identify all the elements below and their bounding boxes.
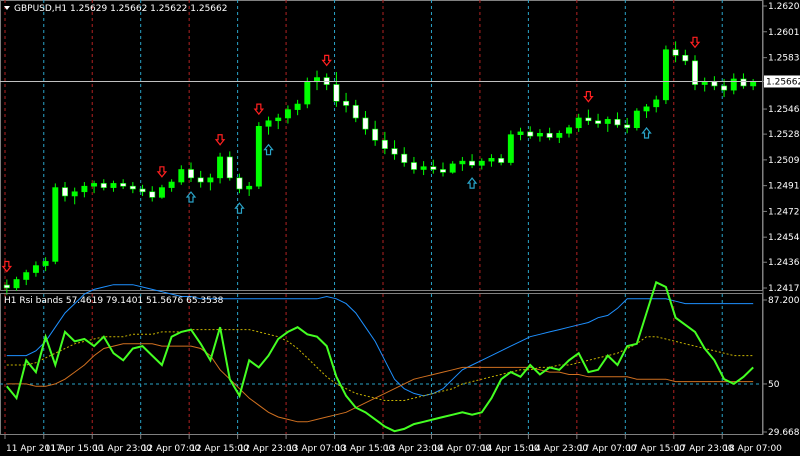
price-tick-label: 1.24914	[768, 182, 800, 192]
candle-body	[595, 120, 602, 124]
price-tick-label: 1.24364	[768, 258, 800, 268]
candle-body	[507, 134, 514, 163]
candle-body	[604, 119, 611, 124]
candle-body	[265, 120, 272, 127]
candle-body	[343, 100, 350, 106]
indicator-tick-label: 87.2005	[768, 296, 800, 306]
candle-body	[129, 185, 136, 190]
chart-header: GBPUSD,H1 1.25629 1.25662 1.25622 1.2566…	[4, 4, 227, 14]
candle-body	[730, 78, 737, 91]
candle-body	[246, 185, 253, 190]
candle-body	[23, 272, 30, 280]
candle-body	[750, 81, 757, 87]
chart-background	[0, 0, 800, 456]
candle-body	[362, 117, 369, 130]
candle-body	[420, 166, 427, 170]
candle-body	[81, 185, 88, 193]
candle-body	[275, 117, 282, 122]
candle-body	[188, 169, 194, 179]
candle-body	[575, 117, 582, 129]
candle-body	[498, 158, 505, 163]
candle-body	[71, 191, 78, 197]
price-chart-title: GBPUSD,H1 1.25629 1.25662 1.25622 1.2566…	[14, 4, 227, 14]
candle-body	[236, 177, 243, 190]
price-tick-label: 1.25833	[768, 54, 800, 64]
candle-body	[672, 49, 679, 56]
candle-body	[226, 156, 233, 179]
candle-body	[3, 284, 10, 289]
candle-body	[440, 169, 446, 173]
candle-body	[197, 177, 204, 183]
candle-body	[566, 127, 572, 134]
candle-body	[614, 119, 621, 126]
candle-body	[13, 279, 20, 289]
candle-body	[527, 131, 534, 137]
candle-body	[294, 103, 301, 110]
candle-body	[217, 156, 224, 179]
candle-body	[517, 131, 524, 135]
candle-body	[653, 99, 660, 108]
candle-body	[711, 81, 718, 87]
price-tick-label: 1.24544	[768, 233, 800, 243]
candle-body	[662, 49, 669, 101]
price-tick-label: 1.25099	[768, 156, 800, 166]
candle-body	[158, 187, 165, 198]
indicator-title: H1 Rsi bands 57.4619 79.1401 51.5676 65.…	[4, 296, 224, 306]
candle-body	[624, 124, 631, 129]
candle-body	[682, 54, 689, 62]
candle-body	[32, 265, 39, 273]
price-tick-label: 1.25284	[768, 130, 800, 140]
trading-terminal-chart[interactable]: GBPUSD,H1 1.25629 1.25662 1.25622 1.2566…	[0, 0, 800, 456]
candle-body	[410, 162, 417, 170]
candle-body	[430, 166, 437, 170]
indicator-tick-label: 50	[768, 380, 780, 390]
candle-body	[469, 160, 476, 166]
candle-body	[120, 183, 127, 187]
candle-body	[740, 78, 747, 87]
time-tick-label: 18 Apr 07:00	[723, 444, 782, 454]
candle-body	[333, 84, 340, 102]
candle-body	[546, 132, 553, 138]
candle-body	[372, 128, 379, 141]
candle-body	[449, 163, 456, 173]
candle-body	[110, 183, 117, 188]
price-tick-label: 1.25464	[768, 105, 800, 115]
price-tick-label: 1.24179	[768, 284, 800, 294]
candle-body	[139, 188, 146, 193]
candle-body	[91, 183, 98, 187]
current-price-label: 1.25662	[766, 77, 800, 87]
candle-body	[255, 126, 262, 187]
candle-body	[401, 153, 408, 163]
candle-body	[556, 132, 563, 138]
candle-body	[633, 110, 640, 129]
candle-body	[536, 132, 543, 137]
price-tick-label: 1.24729	[768, 207, 800, 217]
candle-body	[100, 183, 107, 188]
indicator-tick-label: 29.6680	[768, 428, 800, 438]
candle-body	[62, 187, 68, 197]
price-tick-label: 1.26204	[768, 2, 800, 12]
candle-body	[149, 191, 156, 198]
candle-body	[168, 181, 175, 188]
candle-body	[42, 261, 49, 266]
candle-body	[52, 187, 59, 262]
candle-body	[304, 81, 311, 105]
candle-body	[207, 177, 214, 183]
candle-body	[459, 160, 466, 165]
candle-body	[585, 117, 592, 122]
price-tick-label: 1.26019	[768, 28, 800, 38]
candle-body	[381, 139, 388, 149]
candle-body	[178, 169, 185, 183]
candle-body	[701, 81, 708, 85]
candle-body	[478, 160, 485, 166]
candle-body	[284, 109, 291, 119]
candle-body	[721, 85, 728, 91]
candle-body	[488, 158, 495, 162]
candle-body	[352, 105, 359, 119]
candle-body	[643, 106, 650, 112]
candle-body	[391, 148, 398, 155]
